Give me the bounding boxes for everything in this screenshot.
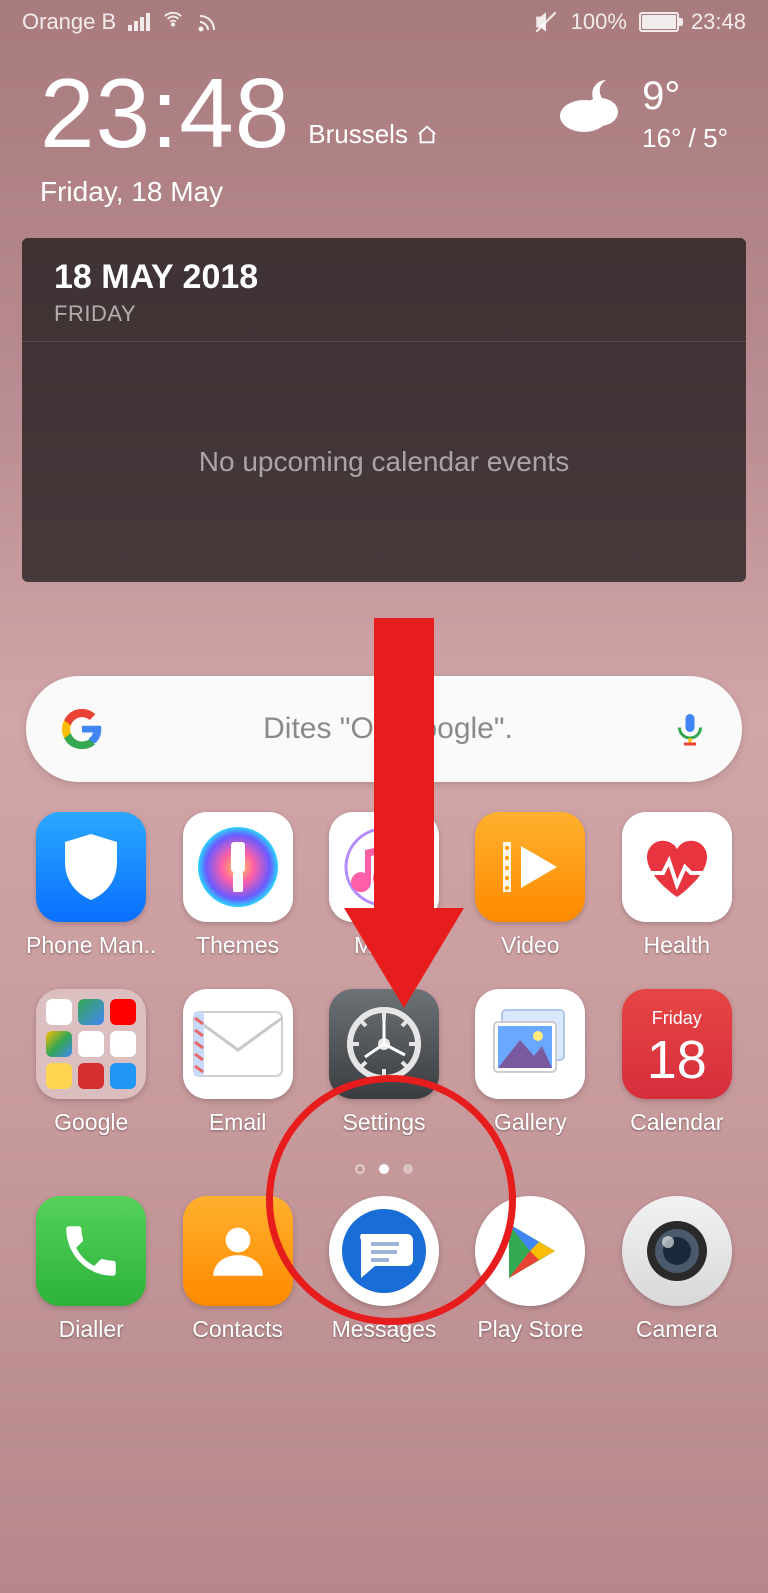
home-icon	[416, 124, 438, 146]
app-label: Themes	[196, 932, 279, 959]
camera-icon	[622, 1196, 732, 1306]
app-folder-google[interactable]: Google	[18, 989, 164, 1136]
clock-weather-widget[interactable]: 23:48 Brussels Friday, 18 May 9° 16° / 5…	[0, 40, 768, 216]
page-dot-home[interactable]	[355, 1164, 365, 1174]
play-icon	[475, 812, 585, 922]
app-themes[interactable]: Themes	[164, 812, 310, 959]
mute-icon	[533, 9, 559, 35]
app-email[interactable]: Email	[164, 989, 310, 1136]
music-note-icon	[329, 812, 439, 922]
app-label: Contacts	[192, 1316, 283, 1343]
app-label: Email	[209, 1109, 267, 1136]
app-phone-manager[interactable]: Phone Man..	[18, 812, 164, 959]
app-label: Health	[644, 932, 710, 959]
app-label: Messages	[332, 1316, 437, 1343]
page-dot-current[interactable]	[379, 1164, 389, 1174]
app-label: Play Store	[477, 1316, 583, 1343]
status-bar[interactable]: Orange B 100% 23:48	[0, 0, 768, 40]
app-label: Settings	[342, 1109, 425, 1136]
weather-cloud-moon-icon	[556, 74, 628, 134]
envelope-icon	[183, 989, 293, 1099]
google-logo-icon	[60, 707, 104, 751]
clock-date: Friday, 18 May	[40, 176, 438, 208]
calendar-widget-date: 18 MAY 2018	[54, 258, 714, 297]
app-label: Phone Man..	[26, 932, 156, 959]
photo-icon	[475, 989, 585, 1099]
app-label: Calendar	[630, 1109, 723, 1136]
signal-icon	[128, 13, 150, 31]
wifi-icon	[162, 8, 184, 36]
app-music[interactable]: Music	[311, 812, 457, 959]
battery-pct: 100%	[571, 9, 627, 35]
clock-time: 23:48	[40, 64, 290, 162]
app-health[interactable]: Health	[604, 812, 750, 959]
app-label: Gallery	[494, 1109, 567, 1136]
app-label: Dialler	[59, 1316, 124, 1343]
chat-icon	[329, 1196, 439, 1306]
page-dot[interactable]	[403, 1164, 413, 1174]
app-dialler[interactable]: Dialler	[18, 1196, 164, 1343]
weather-temp: 9°	[642, 74, 728, 119]
folder-icon	[36, 989, 146, 1099]
clock-city: Brussels	[308, 119, 438, 162]
paintbrush-icon	[183, 812, 293, 922]
weather-range: 16° / 5°	[642, 123, 728, 154]
calendar-icon: Friday 18	[622, 989, 732, 1099]
search-placeholder: Dites "Ok Google".	[122, 712, 654, 746]
calendar-widget-body: No upcoming calendar events	[22, 342, 746, 582]
app-settings[interactable]: Settings	[311, 989, 457, 1136]
home-app-grid: Phone Man.. Themes Music Video Health	[0, 782, 768, 1136]
app-calendar[interactable]: Friday 18 Calendar	[604, 989, 750, 1136]
google-search-bar[interactable]: Dites "Ok Google".	[26, 676, 742, 782]
calendar-widget-day: FRIDAY	[54, 301, 714, 327]
dock: Dialler Contacts Messages Play Store Cam…	[0, 1174, 768, 1343]
phone-icon	[36, 1196, 146, 1306]
app-label: Google	[54, 1109, 128, 1136]
app-label: Music	[354, 932, 414, 959]
mic-icon[interactable]	[672, 711, 708, 747]
carrier-label: Orange B	[22, 9, 116, 35]
app-gallery[interactable]: Gallery	[457, 989, 603, 1136]
calendar-widget[interactable]: 18 MAY 2018 FRIDAY No upcoming calendar …	[22, 238, 746, 582]
gear-icon	[329, 989, 439, 1099]
battery-icon	[639, 12, 679, 32]
app-camera[interactable]: Camera	[604, 1196, 750, 1343]
page-indicator[interactable]	[0, 1164, 768, 1174]
status-clock: 23:48	[691, 9, 746, 35]
app-play-store[interactable]: Play Store	[457, 1196, 603, 1343]
app-label: Camera	[636, 1316, 718, 1343]
cast-icon	[196, 10, 220, 34]
person-icon	[183, 1196, 293, 1306]
shield-icon	[36, 812, 146, 922]
app-video[interactable]: Video	[457, 812, 603, 959]
weather-block[interactable]: 9° 16° / 5°	[556, 64, 728, 154]
app-messages[interactable]: Messages	[311, 1196, 457, 1343]
app-contacts[interactable]: Contacts	[164, 1196, 310, 1343]
heart-pulse-icon	[622, 812, 732, 922]
play-store-icon	[475, 1196, 585, 1306]
app-label: Video	[501, 932, 559, 959]
